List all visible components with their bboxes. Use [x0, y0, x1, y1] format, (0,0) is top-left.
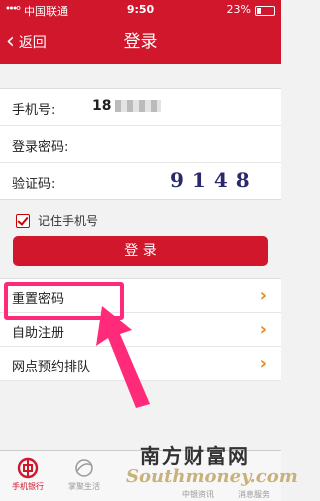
tab-label: 手机银行 [12, 482, 44, 491]
menu-item-label: 网点预约排队 [12, 360, 91, 375]
password-field[interactable] [92, 135, 262, 155]
captcha-image[interactable]: 9148 [170, 168, 250, 194]
battery-icon [255, 6, 275, 16]
captcha-label: 验证码: [12, 177, 56, 192]
phone-field[interactable]: 18 [92, 98, 162, 114]
pointer-arrow-icon [96, 306, 150, 408]
chevron-right-icon: › [259, 319, 267, 340]
remember-checkbox[interactable] [16, 213, 30, 228]
password-row: 登录密码: [0, 126, 281, 163]
login-button[interactable]: 登 录 [13, 236, 268, 266]
remember-label: 记住手机号 [38, 214, 99, 228]
bank-logo-icon [17, 457, 39, 479]
chevron-right-icon: › [259, 285, 267, 306]
captcha-field[interactable] [92, 172, 162, 192]
phone-row: 手机号: 18 [0, 89, 281, 126]
nav-bar: ‹ 返回 登录 [0, 20, 281, 64]
captcha-row: 验证码: 9148 [0, 163, 281, 199]
watermark-logo: 南方财富网 Southmoney.com [126, 436, 298, 496]
login-form: 手机号: 18 登录密码: 验证码: 9148 [0, 88, 281, 200]
menu-item-label: 自助注册 [12, 326, 65, 341]
phone-value: 18 [92, 98, 112, 114]
tab-mobile-banking[interactable]: 手机银行 [0, 451, 56, 501]
tab-label: 掌聚生活 [68, 482, 100, 491]
page-title: 登录 [123, 32, 158, 52]
status-bar: 中国联通 9:50 23% [0, 0, 281, 20]
remember-phone-option[interactable]: 记住手机号 [16, 212, 98, 229]
password-label: 登录密码: [12, 140, 69, 155]
phone-label: 手机号: [12, 103, 56, 118]
watermark-text-cn: 南方财富网 [140, 444, 250, 468]
watermark-text-en: Southmoney.com [126, 466, 298, 487]
tab-life[interactable]: 掌聚生活 [56, 451, 112, 501]
masked-digits [115, 100, 162, 112]
globe-icon [75, 459, 93, 477]
chevron-right-icon: › [259, 353, 267, 374]
battery-percent: 23% [226, 3, 251, 16]
